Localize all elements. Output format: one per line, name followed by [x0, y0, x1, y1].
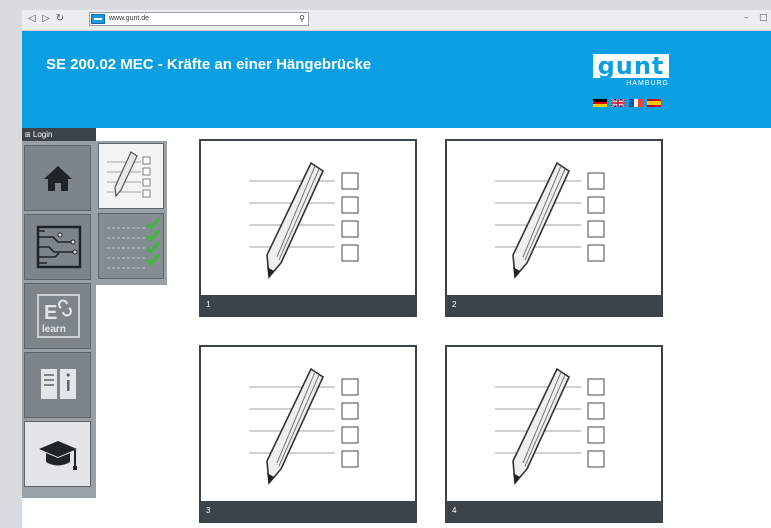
submenu-item-results[interactable] [98, 213, 164, 279]
logo-subtext: HAMBURG [626, 80, 669, 87]
checklist-pencil-icon [107, 151, 151, 198]
login-button[interactable]: ⊞ Login [22, 128, 96, 141]
app-header: SE 200.02 MEC - Kräfte an einer Hängebrü… [22, 31, 771, 128]
flag-es-icon[interactable] [647, 99, 661, 107]
address-bar[interactable]: www.gunt.de ⚲ [89, 12, 309, 26]
logo-wordmark: gunt [593, 54, 669, 78]
flag-fr-icon[interactable] [629, 99, 643, 107]
gunt-logo: gunt HAMBURG [593, 54, 669, 89]
checkmarks-icon [107, 217, 161, 269]
url-text: www.gunt.de [109, 15, 150, 22]
sidebar-item-info[interactable] [24, 352, 91, 418]
elearn-letter: E [44, 302, 57, 324]
checklist-pencil-icon [249, 367, 359, 485]
reload-icon[interactable]: ↻ [54, 13, 66, 25]
sidebar-item-education[interactable] [24, 421, 91, 487]
minimize-button[interactable]: – [744, 11, 749, 25]
quiz-card-4[interactable]: 4 [445, 345, 663, 523]
graduation-cap-icon [39, 441, 77, 470]
back-icon[interactable]: ◁ [26, 13, 38, 25]
elearn-word: learn [42, 324, 66, 335]
quiz-card-3[interactable]: 3 [199, 345, 417, 523]
flag-de-icon[interactable] [593, 99, 607, 107]
site-favicon-icon [91, 14, 105, 24]
app-window: ◁ ▷ ↻ www.gunt.de ⚲ – □ SE 200.02 MEC - … [22, 10, 771, 528]
sidebar-item-home[interactable] [24, 145, 91, 211]
card-label: 2 [447, 295, 661, 315]
sidebar-item-circuit[interactable] [24, 214, 91, 280]
checklist-pencil-icon [495, 367, 605, 485]
page-title: SE 200.02 MEC - Kräfte an einer Hängebrü… [46, 56, 372, 73]
elearn-icon: E learn [37, 294, 80, 338]
login-icon: ⊞ [25, 131, 31, 139]
card-label: 3 [201, 501, 415, 521]
checklist-pencil-icon [495, 161, 605, 279]
card-label: 4 [447, 501, 661, 521]
circuit-board-icon [36, 225, 82, 269]
quiz-card-1[interactable]: 1 [199, 139, 417, 317]
search-icon[interactable]: ⚲ [299, 13, 305, 25]
book-info-icon [41, 369, 76, 399]
sidebar-item-elearn[interactable]: E learn [24, 283, 91, 349]
sidebar: E learn [22, 141, 96, 498]
submenu-panel [96, 141, 167, 285]
card-label: 1 [201, 295, 415, 315]
maximize-button[interactable]: □ [759, 11, 768, 25]
browser-toolbar: ◁ ▷ ↻ www.gunt.de ⚲ – □ [22, 10, 771, 31]
house-icon [44, 166, 72, 191]
checklist-pencil-icon [249, 161, 359, 279]
submenu-item-quiz[interactable] [98, 143, 164, 209]
flag-en-icon[interactable] [611, 99, 625, 107]
login-label: Login [32, 130, 53, 139]
quiz-card-2[interactable]: 2 [445, 139, 663, 317]
forward-icon[interactable]: ▷ [40, 13, 52, 25]
